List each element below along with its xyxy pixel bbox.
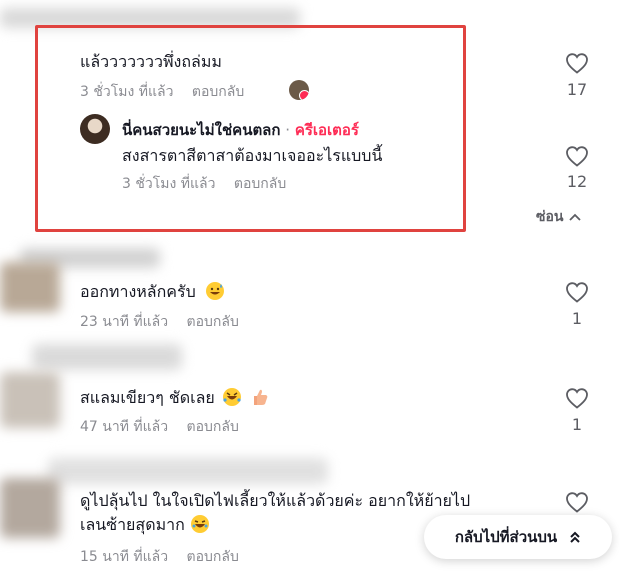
like-count: 12 (566, 172, 588, 191)
collapse-replies-button[interactable]: ซ่อน (536, 206, 582, 228)
reply-button[interactable]: ตอบกลับ (234, 176, 286, 192)
like-heart-icon[interactable] (565, 491, 589, 513)
reply-text: สงสารตาสีตาสาต้องมาเจออะไรแบบนี้ (122, 146, 383, 165)
comment-time: 47 นาที ที่แล้ว (80, 419, 169, 435)
comment-meta: 3 ชั่วโมง ที่แล้ว ตอบกลับ (80, 81, 244, 103)
like-count: 1 (571, 415, 583, 434)
creator-badge: ครีเอเตอร์ (294, 121, 359, 139)
sweat-smile-emoji-icon (205, 281, 225, 305)
collapse-label: ซ่อน (536, 209, 564, 225)
double-chevron-up-icon (570, 531, 580, 543)
comment-text: แล้วววววววพึ่งถล่มม (80, 52, 222, 71)
comment-meta: 15 นาที ที่แล้ว ตอบกลับ (80, 546, 239, 568)
comment-text: สแลมเขียวๆ ชัดเลย (80, 386, 269, 411)
creator-liked-avatar (289, 80, 309, 100)
like-heart-icon[interactable] (565, 145, 589, 167)
blurred-username (48, 458, 328, 484)
comment-body: ออกทางหลักครับ (80, 282, 196, 301)
back-to-top-button[interactable]: กลับไปที่ส่วนบน (424, 515, 612, 559)
blurred-username (32, 344, 182, 370)
blurred-avatar (0, 372, 60, 428)
comment-body: เลนซ้ายสุดมาก (80, 515, 185, 534)
reply-button[interactable]: ตอบกลับ (192, 84, 244, 100)
comment-meta: 23 นาที ที่แล้ว ตอบกลับ (80, 311, 239, 333)
separator: · (285, 121, 291, 139)
rofl-emoji-icon (222, 387, 242, 411)
comment-text: ออกทางหลักครับ (80, 280, 225, 305)
comment-text-line1: ดูไปลุ้นไป ในใจเปิดไฟเลี้ยวให้แล้วด้วยค่… (80, 491, 471, 510)
like-count: 17 (566, 80, 588, 99)
like-count: 1 (571, 309, 583, 328)
comment-text-line2: เลนซ้ายสุดมาก (80, 513, 210, 538)
chevron-up-icon (569, 213, 582, 221)
comment-time: 3 ชั่วโมง ที่แล้ว (80, 84, 174, 100)
reply-button[interactable]: ตอบกลับ (187, 419, 239, 435)
blurred-avatar (0, 478, 60, 538)
back-to-top-label: กลับไปที่ส่วนบน (454, 528, 558, 546)
thumbs-up-emoji-icon (251, 387, 269, 411)
comment-body: สแลมเขียวๆ ชัดเลย (80, 388, 215, 407)
comment-meta: 47 นาที ที่แล้ว ตอบกลับ (80, 416, 239, 438)
like-heart-icon[interactable] (565, 52, 589, 74)
blurred-avatar (0, 262, 60, 312)
comment-time: 15 นาที ที่แล้ว (80, 549, 169, 565)
reply-author-avatar[interactable] (80, 114, 110, 144)
reply-button[interactable]: ตอบกลับ (187, 549, 239, 565)
reply-button[interactable]: ตอบกลับ (187, 314, 239, 330)
reply-time: 3 ชั่วโมง ที่แล้ว (122, 176, 216, 192)
reply-author-name[interactable]: นี่คนสวยนะไม่ใช่คนตลก (122, 121, 280, 139)
reply-header: นี่คนสวยนะไม่ใช่คนตลก · ครีเอเตอร์ (122, 118, 359, 142)
like-heart-icon[interactable] (565, 387, 589, 409)
like-heart-icon[interactable] (565, 281, 589, 303)
comment-time: 23 นาที ที่แล้ว (80, 314, 169, 330)
reply-meta: 3 ชั่วโมง ที่แล้ว ตอบกลับ (122, 173, 286, 195)
laughing-emoji-icon (190, 514, 210, 538)
